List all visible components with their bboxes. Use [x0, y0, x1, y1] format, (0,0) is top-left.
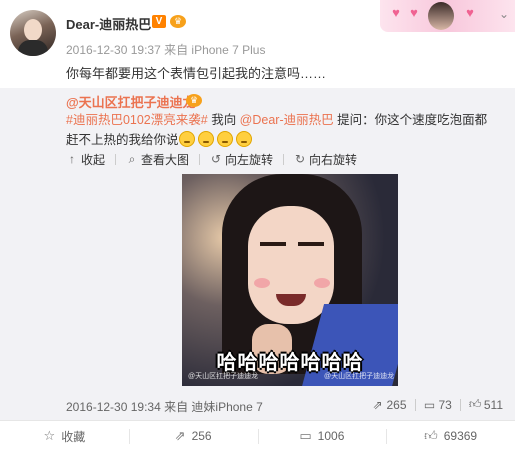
- image-toolbar: ↑ 收起 ⌕ 查看大图 ↺ 向左旋转 ↻ 向右旋转: [66, 150, 357, 168]
- rotate-right-button[interactable]: ↻ 向右旋转: [294, 151, 357, 168]
- repost-meta[interactable]: 2016-12-30 19:34 来自 迪妹iPhone 7: [66, 398, 263, 415]
- collapse-button[interactable]: ↑ 收起: [66, 151, 105, 168]
- divider: [115, 153, 117, 165]
- post-meta: 2016-12-30 19:37 来自 iPhone 7 Plus: [66, 43, 266, 57]
- like-count: 69369: [443, 429, 478, 443]
- image-watermark: @天山区扛把子迪迪龙: [188, 373, 259, 380]
- repost-comment-count: 73: [438, 397, 452, 412]
- emoji-icon: [197, 131, 214, 147]
- rotate-left-icon: ↺: [211, 152, 222, 166]
- collapse-label: 收起: [81, 152, 106, 167]
- decoration-banner: ♥ ♥ ♥ ⌄: [380, 0, 515, 32]
- decoration-avatar: [428, 2, 454, 30]
- heart-icon: ♥: [466, 5, 474, 20]
- avatar-body: [18, 40, 48, 56]
- rotate-right-icon: ↻: [295, 152, 306, 166]
- repost-like-count: 511: [483, 397, 503, 412]
- rotate-left-label: 向左旋转: [225, 152, 274, 167]
- post-text: 你每年都要用这个表情包引起我的注意吗……: [66, 66, 327, 81]
- view-large-button[interactable]: ⌕ 查看大图: [126, 151, 189, 168]
- emoji-icon: [216, 131, 233, 147]
- rotate-left-button[interactable]: ↺ 向左旋转: [210, 151, 273, 168]
- thumbs-up-icon: 👍︎: [468, 397, 482, 411]
- collapse-icon: ↑: [69, 152, 75, 166]
- comment-icon: ▭: [299, 428, 312, 443]
- repost-actions: ⇗ 265 ▭ 73 👍︎ 511: [363, 397, 511, 412]
- image-cheek: [254, 278, 270, 288]
- post-header: Dear-迪丽热巴 V ♛ 2016-12-30 19:37 来自 iPhone…: [0, 0, 515, 88]
- comment-icon: ▭: [423, 397, 436, 412]
- emoji-icon: [178, 131, 195, 147]
- image-brow: [260, 242, 286, 246]
- mention-link[interactable]: @Dear-迪丽热巴: [240, 113, 334, 127]
- heart-icon: ♥: [410, 5, 418, 20]
- rotate-right-label: 向右旋转: [309, 152, 358, 167]
- action-bar: ☆ 收藏 ⇗ 256 ▭ 1006 👍︎ 69369: [0, 420, 515, 451]
- emoji-icon: [235, 131, 252, 147]
- image-watermark: @天山区扛把子迪迪龙: [324, 373, 395, 380]
- repost-image[interactable]: 哈哈哈哈哈哈哈 @天山区扛把子迪迪龙 @天山区扛把子迪迪龙: [182, 174, 398, 386]
- chevron-down-icon[interactable]: ⌄: [496, 6, 512, 22]
- repost-share-count: 265: [386, 397, 407, 412]
- repost-count: 256: [191, 429, 212, 443]
- image-cheek: [314, 278, 330, 288]
- crown-icon[interactable]: ♛: [186, 94, 202, 107]
- favorite-button[interactable]: ☆ 收藏: [0, 421, 129, 451]
- thumbs-up-icon: 👍︎: [424, 428, 438, 443]
- repost-comment-button[interactable]: ▭ 73: [416, 398, 460, 412]
- repost-like-button[interactable]: 👍︎ 511: [461, 397, 511, 412]
- comment-count: 1006: [317, 429, 345, 443]
- star-icon: ☆: [43, 428, 56, 443]
- repost-text: #迪丽热巴0102漂亮来袭# 我向 @Dear-迪丽热巴 提问：你这个速度吃泡面…: [66, 110, 496, 150]
- image-brow: [298, 242, 324, 246]
- repost-card: @天山区扛把子迪迪龙 ♛ #迪丽热巴0102漂亮来袭# 我向 @Dear-迪丽热…: [0, 88, 515, 420]
- topic-tag[interactable]: #迪丽热巴0102漂亮来袭#: [66, 113, 208, 127]
- crown-icon[interactable]: ♛: [170, 15, 186, 28]
- avatar[interactable]: [10, 10, 56, 56]
- search-icon: ⌕: [128, 151, 136, 166]
- favorite-label: 收藏: [61, 429, 86, 444]
- post-username[interactable]: Dear-迪丽热巴: [66, 14, 151, 33]
- divider: [283, 153, 285, 165]
- comment-button[interactable]: ▭ 1006: [257, 421, 387, 451]
- share-icon: ⇗: [174, 428, 186, 443]
- repost-button[interactable]: ⇗ 256: [128, 421, 258, 451]
- avatar-face: [24, 19, 42, 41]
- repost-text-part: 我向: [207, 113, 240, 127]
- image-face: [248, 206, 334, 324]
- like-button[interactable]: 👍︎ 69369: [386, 421, 515, 451]
- vip-badge[interactable]: V: [152, 15, 166, 28]
- repost-username[interactable]: @天山区扛把子迪迪龙: [66, 92, 196, 111]
- divider: [199, 153, 201, 165]
- view-large-label: 查看大图: [141, 152, 190, 167]
- heart-icon: ♥: [392, 5, 400, 20]
- repost-share-button[interactable]: ⇗ 265: [363, 398, 414, 412]
- share-icon: ⇗: [372, 397, 383, 412]
- repost-footer: 2016-12-30 19:34 来自 迪妹iPhone 7 ⇗ 265 ▭ 73 …: [0, 396, 515, 416]
